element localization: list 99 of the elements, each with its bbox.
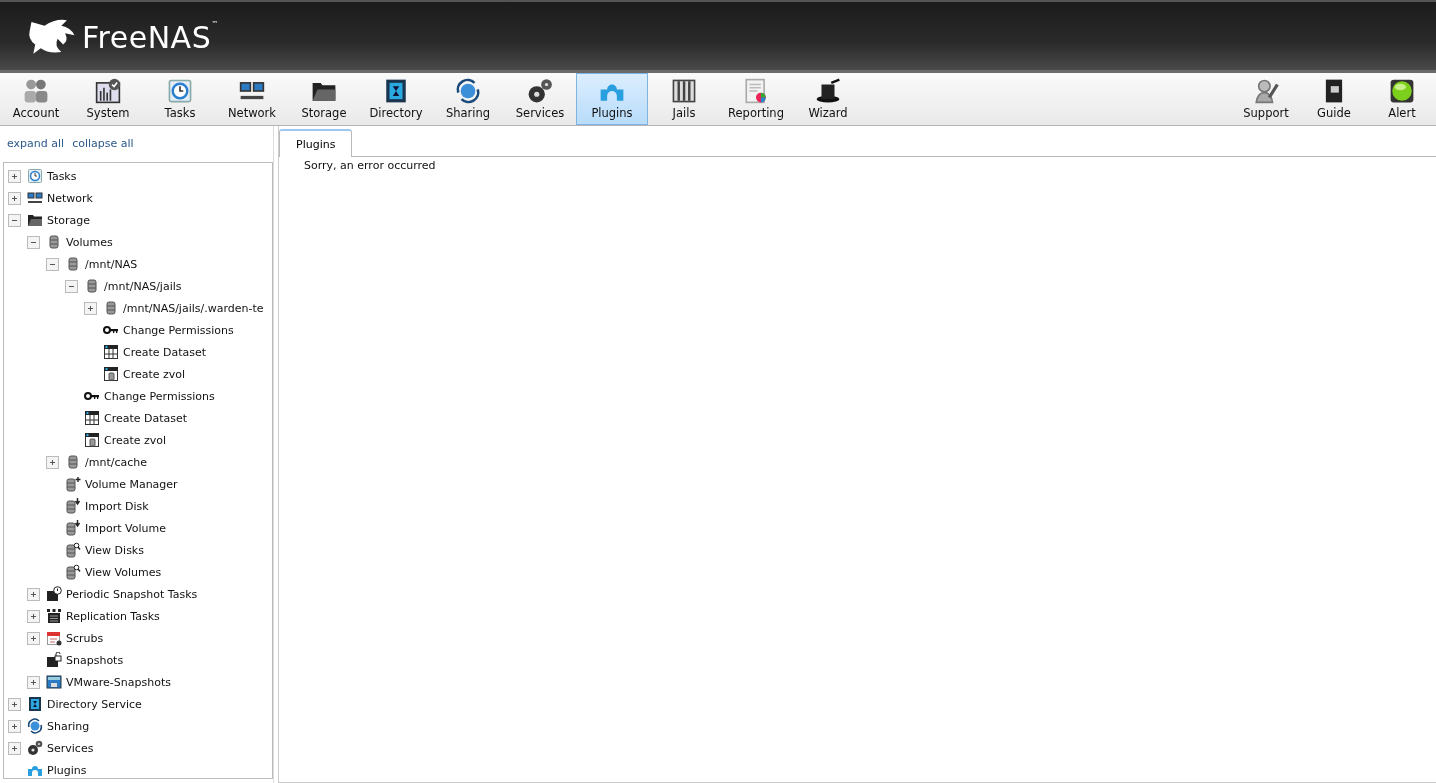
tree-item[interactable]: Storage [47, 213, 91, 227]
tree-item[interactable]: /mnt/cache [85, 455, 147, 469]
database-icon [65, 520, 81, 536]
gears-icon [27, 740, 43, 756]
list-icon [46, 608, 62, 624]
database-icon [84, 278, 100, 294]
database-icon [103, 300, 119, 316]
users-icon [23, 78, 49, 104]
tree-item[interactable]: Change Permissions [123, 323, 234, 337]
book-icon [383, 78, 409, 104]
expand-icon[interactable] [27, 609, 40, 623]
collapse-icon[interactable] [27, 235, 40, 249]
toolbar-button[interactable]: Directory [360, 73, 432, 125]
toolbar-button[interactable]: Wizard [792, 73, 864, 125]
expand-icon[interactable] [8, 169, 21, 183]
toolbar-button[interactable]: Sharing [432, 73, 504, 125]
lock-icon [46, 652, 62, 668]
expand-icon[interactable] [8, 741, 21, 755]
toolbar-button[interactable]: System [72, 73, 144, 125]
status-light-icon [1389, 78, 1415, 104]
tree-item[interactable]: /mnt/NAS/jails [104, 279, 182, 293]
tree-item[interactable]: Replication Tasks [66, 609, 160, 623]
tree-link[interactable]: expand all [7, 137, 65, 150]
tree-item[interactable]: Scrubs [66, 631, 104, 645]
tree-item[interactable]: Tasks [47, 169, 77, 183]
person-with-wrench-icon [1253, 78, 1279, 104]
expand-icon[interactable] [8, 697, 21, 711]
logo-text: FreeNAS [82, 19, 212, 55]
database-icon [65, 498, 81, 514]
toolbar-button[interactable]: Plugins [576, 73, 648, 125]
toolbar-button[interactable]: Account [0, 73, 72, 125]
toolbar-button[interactable]: Tasks [144, 73, 216, 125]
error-message: Sorry, an error occurred [303, 158, 437, 172]
database-icon [65, 256, 81, 272]
tree-item[interactable]: View Disks [85, 543, 144, 557]
tree-item[interactable]: Plugins [47, 763, 87, 777]
tree-item[interactable]: View Volumes [85, 565, 162, 579]
calendar-icon [46, 630, 62, 646]
collapse-icon[interactable] [46, 257, 59, 271]
book-icon [27, 696, 43, 712]
hat-icon [815, 78, 841, 104]
tree-item[interactable]: Services [47, 741, 94, 755]
tree-item[interactable]: Create Dataset [123, 345, 207, 359]
expand-icon[interactable] [8, 191, 21, 205]
tree-item[interactable]: Import Volume [85, 521, 166, 535]
tree-item[interactable]: Directory Service [47, 697, 142, 711]
toolbar-button[interactable]: Reporting [720, 73, 792, 125]
tab[interactable]: Plugins [279, 129, 353, 157]
tree-item[interactable]: Change Permissions [104, 389, 215, 403]
tree-item[interactable]: Sharing [47, 719, 90, 733]
table-icon [84, 410, 100, 426]
toolbar-button[interactable]: Network [216, 73, 288, 125]
database-icon [65, 476, 81, 492]
folder-icon [27, 212, 43, 228]
database-icon [65, 542, 81, 558]
clock-icon [167, 78, 193, 104]
tree-item[interactable]: Create zvol [123, 367, 186, 381]
bars-icon [671, 78, 697, 104]
expand-icon[interactable] [84, 301, 97, 315]
database-icon [46, 234, 62, 250]
toolbar-button[interactable]: Support [1232, 73, 1300, 125]
tree-item[interactable]: Import Disk [85, 499, 149, 513]
table-icon [84, 432, 100, 448]
toolbar-button[interactable]: Storage [288, 73, 360, 125]
table-icon [103, 344, 119, 360]
chart-icon [95, 78, 121, 104]
monitor-icon [46, 674, 62, 690]
expand-icon[interactable] [27, 675, 40, 689]
database-icon [65, 454, 81, 470]
clock-icon [27, 168, 43, 184]
tree-item[interactable]: Volumes [66, 235, 113, 249]
gears-icon [527, 78, 553, 104]
tree-item[interactable]: Volume Manager [85, 477, 178, 491]
tree-item[interactable]: /mnt/NAS [85, 257, 138, 271]
expand-icon[interactable] [46, 455, 59, 469]
computers-icon [27, 190, 43, 206]
expand-icon[interactable] [27, 587, 40, 601]
toolbar-button[interactable]: Jails [648, 73, 720, 125]
globe-icon [27, 718, 43, 734]
tree-link[interactable]: collapse all [72, 137, 134, 150]
expand-icon[interactable] [8, 719, 21, 733]
toolbar-button[interactable]: Services [504, 73, 576, 125]
table-icon [103, 366, 119, 382]
tree-item[interactable]: /mnt/NAS/jails/.warden-te [123, 301, 264, 315]
toolbar-button[interactable]: Alert [1368, 73, 1436, 125]
expand-icon[interactable] [27, 631, 40, 645]
collapse-icon[interactable] [8, 213, 21, 227]
globe-icon [455, 78, 481, 104]
collapse-icon[interactable] [65, 279, 78, 293]
toolbar-button[interactable]: Guide [1300, 73, 1368, 125]
tree-item[interactable]: VMware-Snapshots [66, 675, 171, 689]
tree-item[interactable]: Snapshots [66, 653, 124, 667]
tree-item[interactable]: Create zvol [104, 433, 167, 447]
database-icon [65, 564, 81, 580]
tree-item[interactable]: Periodic Snapshot Tasks [66, 587, 198, 601]
report-icon [743, 78, 769, 104]
tree-item[interactable]: Create Dataset [104, 411, 188, 425]
camera-with-clock-icon [46, 586, 62, 602]
tree-item[interactable]: Network [47, 191, 93, 205]
